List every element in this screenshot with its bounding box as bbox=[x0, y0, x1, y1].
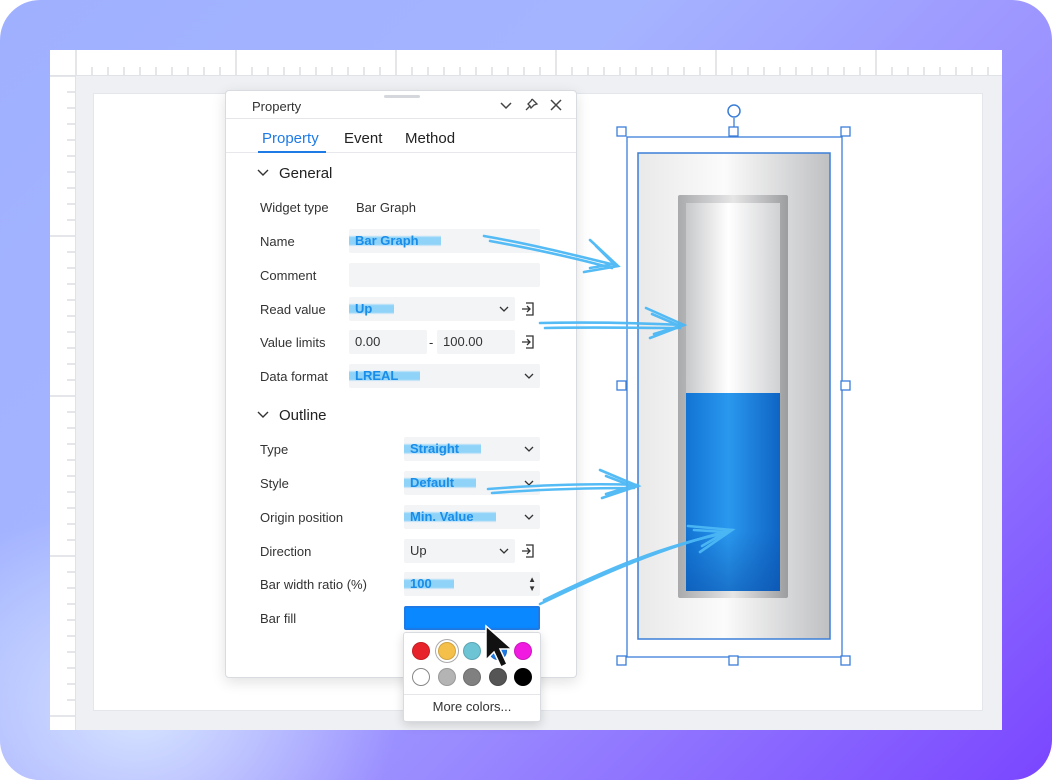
section-general-title: General bbox=[279, 165, 333, 182]
palette-divider bbox=[404, 694, 540, 695]
tab-event[interactable]: Event bbox=[344, 130, 382, 147]
chevron-down-icon bbox=[524, 471, 534, 505]
chevron-down-icon bbox=[257, 411, 269, 418]
bar-fill-label: Bar fill bbox=[260, 611, 297, 626]
chevron-down-icon bbox=[499, 539, 509, 573]
close-icon[interactable] bbox=[548, 97, 564, 113]
variable-link-icon[interactable] bbox=[521, 302, 535, 316]
color-palette-popup: More colors... bbox=[403, 632, 541, 722]
background-frame: Property Property Event Method General W… bbox=[0, 0, 1052, 780]
color-swatch[interactable] bbox=[488, 642, 507, 660]
comment-label: Comment bbox=[260, 268, 317, 283]
name-label: Name bbox=[260, 234, 295, 249]
stepper-arrows-icon[interactable]: ▲ ▼ bbox=[528, 575, 536, 593]
collapse-icon[interactable] bbox=[498, 97, 514, 113]
variable-link-icon[interactable] bbox=[521, 544, 535, 558]
style-select[interactable]: Default bbox=[404, 471, 540, 495]
color-swatch[interactable] bbox=[488, 668, 507, 686]
top-ruler bbox=[50, 50, 1002, 76]
chevron-down-icon bbox=[524, 505, 534, 539]
style-value: Default bbox=[404, 475, 477, 490]
type-select[interactable]: Straight bbox=[404, 437, 540, 461]
more-colors-button[interactable]: More colors... bbox=[404, 699, 540, 714]
value-limits-min-input[interactable]: 0.00 bbox=[349, 330, 427, 354]
name-input[interactable]: Bar Graph bbox=[349, 229, 540, 253]
color-swatch[interactable] bbox=[437, 668, 456, 686]
chevron-down-icon bbox=[257, 169, 269, 176]
value-limits-label: Value limits bbox=[260, 335, 326, 350]
value-limits-separator: - bbox=[429, 335, 434, 350]
panel-header: Property bbox=[226, 91, 576, 119]
style-label: Style bbox=[260, 476, 289, 491]
bar-width-ratio-stepper[interactable]: 100 ▲ ▼ bbox=[404, 572, 540, 596]
color-swatch[interactable] bbox=[463, 642, 481, 660]
widget-type-label: Widget type bbox=[260, 200, 329, 215]
bar-width-ratio-label: Bar width ratio (%) bbox=[260, 577, 367, 592]
type-value: Straight bbox=[404, 441, 482, 456]
chevron-down-icon bbox=[524, 437, 534, 471]
name-value: Bar Graph bbox=[349, 233, 441, 248]
tab-property[interactable]: Property bbox=[262, 130, 319, 147]
data-format-select[interactable]: LREAL bbox=[349, 364, 540, 388]
widget-type-value: Bar Graph bbox=[356, 200, 416, 215]
origin-position-value: Min. Value bbox=[404, 509, 496, 524]
value-limits-max-input[interactable]: 100.00 bbox=[437, 330, 515, 354]
color-swatch[interactable] bbox=[412, 668, 430, 686]
data-format-value: LREAL bbox=[349, 368, 421, 383]
direction-select[interactable]: Up bbox=[404, 539, 515, 563]
color-swatch[interactable] bbox=[437, 642, 456, 660]
color-swatch[interactable] bbox=[514, 642, 532, 660]
read-value-label: Read value bbox=[260, 302, 326, 317]
data-format-label: Data format bbox=[260, 369, 328, 384]
direction-value: Up bbox=[410, 543, 427, 558]
comment-input[interactable] bbox=[349, 263, 540, 287]
bar-fill-color-picker[interactable] bbox=[404, 606, 540, 630]
bar-width-ratio-value: 100 bbox=[404, 576, 454, 591]
chevron-down-icon bbox=[499, 297, 509, 331]
left-ruler bbox=[50, 76, 76, 730]
direction-label: Direction bbox=[260, 544, 312, 559]
origin-position-select[interactable]: Min. Value bbox=[404, 505, 540, 529]
color-swatch[interactable] bbox=[412, 642, 430, 660]
pin-icon[interactable] bbox=[523, 97, 539, 113]
panel-title: Property bbox=[252, 99, 302, 114]
read-value-select[interactable]: Up bbox=[349, 297, 515, 321]
origin-position-label: Origin position bbox=[260, 510, 344, 525]
type-label: Type bbox=[260, 442, 289, 457]
chevron-down-icon bbox=[524, 364, 534, 398]
active-tab-indicator bbox=[258, 151, 326, 153]
read-value-value: Up bbox=[349, 301, 395, 316]
section-outline-title: Outline bbox=[279, 407, 327, 424]
color-swatch[interactable] bbox=[463, 668, 481, 686]
variable-link-icon[interactable] bbox=[521, 335, 535, 349]
color-swatch[interactable] bbox=[514, 668, 532, 686]
tab-method[interactable]: Method bbox=[405, 130, 455, 147]
